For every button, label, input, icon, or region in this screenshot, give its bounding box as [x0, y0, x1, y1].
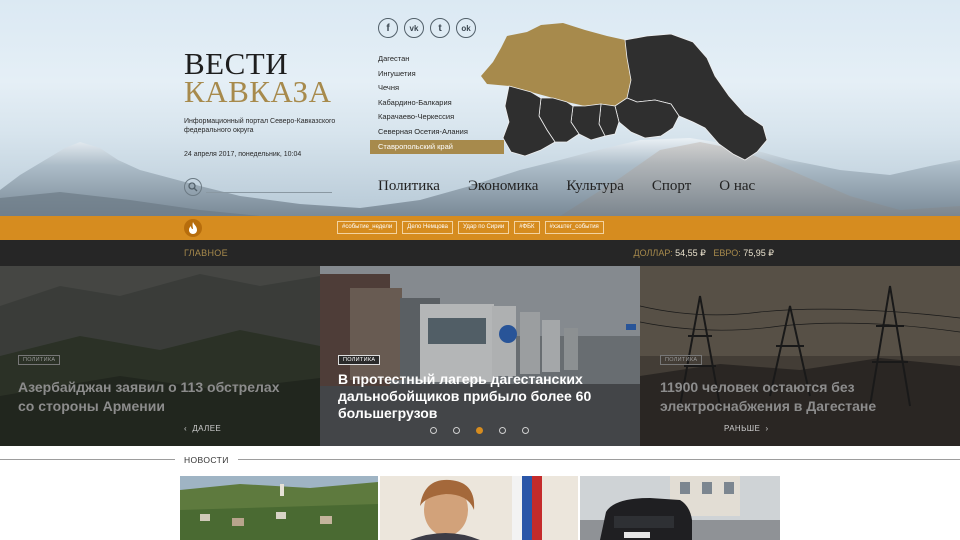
nav-about[interactable]: О нас: [719, 178, 755, 195]
headline-slider: ПОЛИТИКА Азербайджан заявил о 113 обстре…: [0, 266, 960, 446]
category-badge: ПОЛИТИКА: [660, 355, 703, 365]
current-date: 24 апреля 2017, понедельник, 10:04: [184, 151, 302, 158]
main-nav: Политика Экономика Культура Спорт О нас: [378, 178, 783, 195]
search-box: [184, 178, 332, 196]
news-thumb-village[interactable]: [180, 476, 378, 540]
news-image-portrait: [380, 476, 578, 540]
chevron-right-icon: ›: [760, 424, 769, 433]
news-section-label: НОВОСТИ: [184, 455, 229, 465]
tag-item[interactable]: #событие_недели: [337, 221, 398, 234]
slide-title[interactable]: 11900 человек остаются без электроснабже…: [660, 378, 920, 416]
tag-list: #событие_недели Дело Немцова Удар по Сир…: [337, 221, 604, 234]
slide-title[interactable]: Азербайджан заявил о 113 обстрелах со ст…: [18, 378, 298, 416]
currency-rates: ДОЛЛАР: 54,55 ₽ ЕВРО: 75,95 ₽: [634, 248, 774, 259]
slider-dot[interactable]: [430, 427, 437, 434]
region-map: [481, 23, 768, 161]
odnoklassniki-icon[interactable]: ok: [456, 18, 476, 38]
nav-sport[interactable]: Спорт: [652, 178, 691, 195]
slider-next-label: РАНЬШЕ: [724, 424, 761, 433]
slider-dot-active[interactable]: [476, 427, 483, 434]
slider-dot[interactable]: [453, 427, 460, 434]
news-divider: [0, 459, 175, 460]
fire-icon: [189, 222, 197, 234]
social-links: f vk t ok: [378, 18, 476, 38]
news-divider: [238, 459, 960, 460]
news-image-village: [180, 476, 378, 540]
usd-value: 54,55 ₽: [675, 248, 706, 258]
category-badge: ПОЛИТИКА: [338, 355, 381, 365]
eur-value: 75,95 ₽: [743, 248, 774, 258]
eur-label: ЕВРО:: [713, 248, 741, 258]
news-image-car: [580, 476, 780, 540]
vkontakte-icon[interactable]: vk: [404, 18, 424, 38]
slide-left[interactable]: ПОЛИТИКА Азербайджан заявил о 113 обстре…: [0, 266, 320, 446]
search-icon: [188, 182, 198, 192]
map-chechnya[interactable]: [614, 97, 680, 139]
map-stavropol[interactable]: [481, 23, 631, 106]
news-thumb-portrait[interactable]: [380, 476, 578, 540]
logo-line2: КАВКАЗА: [184, 74, 332, 109]
tag-item[interactable]: Дело Немцова: [402, 221, 454, 234]
twitter-icon[interactable]: t: [430, 18, 450, 38]
category-badge: ПОЛИТИКА: [18, 355, 61, 365]
nav-economy[interactable]: Экономика: [468, 178, 538, 195]
tag-item[interactable]: #хэштег_события: [544, 221, 604, 234]
main-section-label[interactable]: ГЛАВНОЕ: [184, 248, 228, 258]
site-tagline: Информационный портал Северо-Кавказского…: [184, 118, 336, 134]
tag-item[interactable]: #ФБК: [514, 221, 540, 234]
slider-dot[interactable]: [522, 427, 529, 434]
site-header: ВЕСТИ КАВКАЗА Информационный портал Севе…: [0, 0, 960, 216]
trending-bar: #событие_недели Дело Немцова Удар по Сир…: [0, 216, 960, 240]
fire-button[interactable]: [184, 219, 202, 237]
slide-title[interactable]: В протестный лагерь дагестанских дальноб…: [338, 371, 608, 422]
slider-prev[interactable]: ‹ ДАЛЕЕ: [184, 424, 221, 433]
facebook-icon[interactable]: f: [378, 18, 398, 38]
search-button[interactable]: [184, 178, 202, 196]
map-dagestan[interactable]: [624, 33, 768, 161]
nav-politics[interactable]: Политика: [378, 178, 440, 195]
slider-dots: [430, 427, 529, 434]
site-logo[interactable]: ВЕСТИ КАВКАЗА: [184, 48, 332, 109]
search-input[interactable]: [206, 180, 332, 193]
news-thumb-car[interactable]: [580, 476, 780, 540]
slide-right[interactable]: ПОЛИТИКА 11900 человек остаются без элек…: [640, 266, 960, 446]
nav-culture[interactable]: Культура: [566, 178, 624, 195]
usd-label: ДОЛЛАР:: [633, 248, 673, 258]
slider-dot[interactable]: [499, 427, 506, 434]
slider-prev-label: ДАЛЕЕ: [192, 424, 222, 433]
slider-next[interactable]: РАНЬШЕ ›: [724, 424, 769, 433]
tag-item[interactable]: Удар по Сирии: [458, 221, 510, 234]
slide-center[interactable]: ПОЛИТИКА В протестный лагерь дагестански…: [320, 266, 640, 446]
main-bar: ГЛАВНОЕ ДОЛЛАР: 54,55 ₽ ЕВРО: 75,95 ₽: [0, 240, 960, 266]
